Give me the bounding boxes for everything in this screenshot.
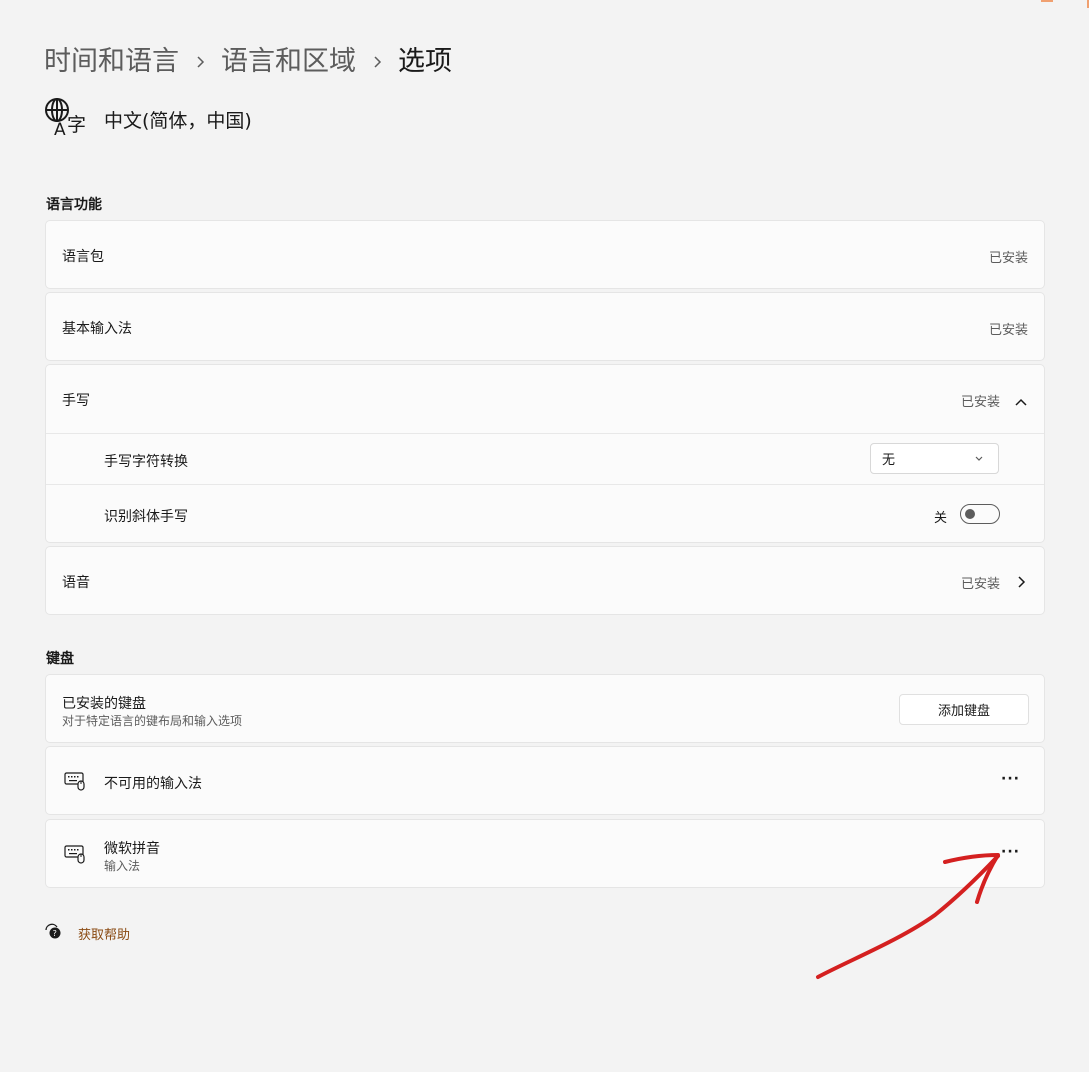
language-title: 中文(简体，中国) <box>104 109 252 132</box>
cursive-handwriting-toggle[interactable] <box>960 504 1000 524</box>
section-language-features: 语言功能 <box>46 197 102 213</box>
keyboard-item-name: 不可用的输入法 <box>104 776 202 792</box>
handwriting-card: 手写 已安装 手写字符转换 无 识别斜体手写 关 <box>45 364 1045 543</box>
keyboard-icon <box>64 771 86 795</box>
get-help-link[interactable]: 获取帮助 <box>78 924 130 943</box>
more-options-button[interactable]: ··· <box>1001 844 1020 860</box>
keyboard-item-sub: 输入法 <box>104 859 141 873</box>
help-icon: ? <box>44 922 62 944</box>
installed-keyboards-card: 已安装的键盘 对于特定语言的键布局和输入选项 添加键盘 <box>45 674 1045 743</box>
basic-input-status: 已安装 <box>988 323 1028 338</box>
breadcrumb-language-region[interactable]: 语言和区域 <box>221 42 356 82</box>
language-pack-status: 已安装 <box>988 251 1028 266</box>
speech-card[interactable]: 语音 已安装 <box>45 546 1045 615</box>
handwriting-header[interactable]: 手写 已安装 <box>46 365 1044 433</box>
keyboard-item: 微软拼音 输入法 ··· <box>45 819 1045 888</box>
handwriting-conversion-value: 无 <box>882 453 896 468</box>
basic-input-label: 基本输入法 <box>62 321 132 337</box>
page-title: 选项 <box>398 46 452 77</box>
installed-keyboards-desc: 对于特定语言的键布局和输入选项 <box>62 714 243 728</box>
handwriting-label: 手写 <box>62 393 90 409</box>
chevron-right-icon <box>195 55 205 69</box>
speech-label: 语音 <box>62 575 90 591</box>
keyboard-icon <box>64 844 86 868</box>
svg-text:A: A <box>54 120 66 137</box>
svg-text:字: 字 <box>67 114 86 136</box>
cursive-handwriting-label: 识别斜体手写 <box>104 509 188 525</box>
chevron-right-icon <box>372 55 382 69</box>
window-control-mark <box>1041 0 1053 2</box>
chevron-down-icon <box>974 453 984 468</box>
language-pack-card[interactable]: 语言包 已安装 <box>45 220 1045 289</box>
divider <box>46 484 1044 485</box>
handwriting-status: 已安装 <box>960 395 1000 410</box>
language-header: A 字 中文(简体，中国) <box>44 97 252 141</box>
section-keyboard: 键盘 <box>46 651 74 667</box>
handwriting-conversion-select[interactable]: 无 <box>870 443 999 474</box>
more-options-button[interactable]: ··· <box>1001 771 1020 787</box>
keyboard-item: 不可用的输入法 ··· <box>45 746 1045 815</box>
toggle-knob <box>965 509 975 519</box>
language-pack-label: 语言包 <box>62 249 104 265</box>
breadcrumb: 时间和语言 语言和区域 选项 <box>44 42 452 82</box>
cursive-toggle-state: 关 <box>934 511 948 526</box>
breadcrumb-time-language[interactable]: 时间和语言 <box>44 42 179 82</box>
keyboard-item-name: 微软拼音 <box>104 841 160 857</box>
handwriting-conversion-label: 手写字符转换 <box>104 454 188 470</box>
get-help[interactable]: ? 获取帮助 <box>44 922 130 944</box>
language-icon: A 字 <box>44 97 86 141</box>
basic-input-card[interactable]: 基本输入法 已安装 <box>45 292 1045 361</box>
divider <box>46 433 1044 434</box>
chevron-right-icon <box>1016 574 1026 593</box>
add-keyboard-button[interactable]: 添加键盘 <box>899 694 1029 725</box>
speech-status: 已安装 <box>960 577 1000 592</box>
svg-text:?: ? <box>53 929 57 938</box>
chevron-up-icon[interactable] <box>1014 392 1028 411</box>
installed-keyboards-title: 已安装的键盘 <box>62 696 146 712</box>
